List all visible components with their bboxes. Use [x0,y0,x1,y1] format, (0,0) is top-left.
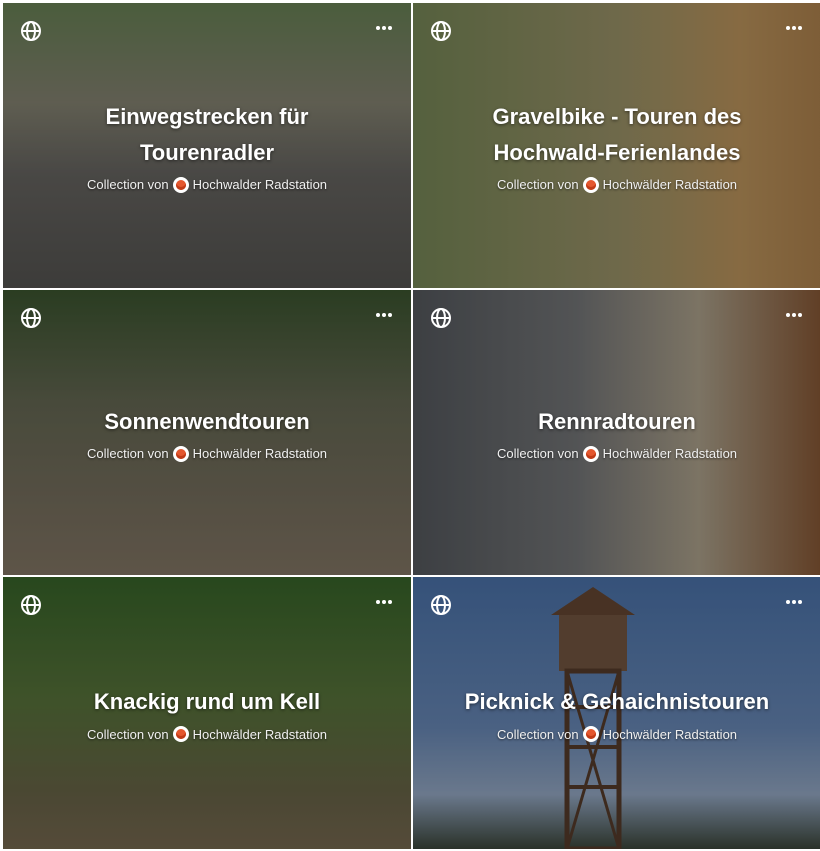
collection-info: Einwegstrecken für Tourenradler Collecti… [23,3,391,288]
collection-prefix: Collection von [86,726,169,742]
collection-title-line: Gravelbike - Touren des [492,103,742,129]
collection-prefix: Collection von [496,726,579,742]
avatar [582,176,599,193]
avatar [172,176,189,193]
avatar [172,726,189,742]
collections-grid: Einwegstrecken für Tourenradler Collecti… [3,3,820,849]
collection-prefix: Collection von [86,177,169,192]
collection-byline: Collection von Hochwälder Radstation [86,445,327,462]
collection-info: Rennradtouren Collection von Hochwälder … [433,290,801,575]
collection-title-line: Sonnenwendtouren [104,408,310,434]
collection-title[interactable]: Rennradtouren [538,404,696,440]
collection-card[interactable]: Sonnenwendtouren Collection von Hochwäld… [3,290,411,575]
collection-title[interactable]: Sonnenwendtouren [104,404,309,440]
author-link[interactable]: Hochwälder Radstation [193,446,327,461]
collection-title-line: Picknick & Gehaichnistouren [464,689,770,714]
collection-card[interactable]: Einwegstrecken für Tourenradler Collecti… [3,3,411,288]
avatar [172,445,189,462]
collection-card[interactable]: Gravelbike - Touren des Hochwald-Ferienl… [413,3,820,288]
collection-title[interactable]: Gravelbike - Touren des Hochwald-Ferienl… [492,99,741,171]
collection-title-line: Tourenradler [139,139,275,165]
collection-info: Knackig rund um Kell Collection von Hoch… [23,577,391,849]
avatar [582,445,599,462]
collection-title-line: Knackig rund um Kell [93,689,321,714]
collection-byline: Collection von Hochwalder Radstation [86,176,327,193]
collection-info: Picknick & Gehaichnistouren Collection v… [433,577,801,849]
collection-card[interactable]: Knackig rund um Kell Collection von Hoch… [3,577,411,849]
author-link[interactable]: Hochwalder Radstation [193,177,327,192]
avatar [582,726,599,742]
author-link[interactable]: Hochwälder Radstation [193,727,327,742]
collection-title[interactable]: Einwegstrecken für Tourenradler [106,99,309,171]
author-link[interactable]: Hochwälder Radstation [603,727,737,742]
collection-title-line: Einwegstrecken für [105,103,309,129]
collection-info: Sonnenwendtouren Collection von Hochwäld… [23,290,391,575]
collection-card[interactable]: Picknick & Gehaichnistouren Collection v… [413,577,820,849]
collection-card[interactable]: Rennradtouren Collection von Hochwälder … [413,290,820,575]
collection-title-line: Hochwald-Ferienlandes [493,139,741,165]
collection-byline: Collection von Hochwälder Radstation [87,726,327,742]
author-link[interactable]: Hochwälder Radstation [603,177,737,192]
collection-prefix: Collection von [496,177,579,192]
collection-byline: Collection von Hochwälder Radstation [497,726,737,742]
collection-prefix: Collection von [496,446,579,461]
collection-byline: Collection von Hochwälder Radstation [496,445,737,462]
collection-info: Gravelbike - Touren des Hochwald-Ferienl… [433,3,801,288]
collection-title-line: Rennradtouren [538,408,696,434]
author-link[interactable]: Hochwälder Radstation [603,446,737,461]
collection-byline: Collection von Hochwälder Radstation [496,176,737,193]
collection-title[interactable]: Knackig rund um Kell [94,684,320,720]
collection-prefix: Collection von [86,446,169,461]
collection-title[interactable]: Picknick & Gehaichnistouren [465,684,769,720]
